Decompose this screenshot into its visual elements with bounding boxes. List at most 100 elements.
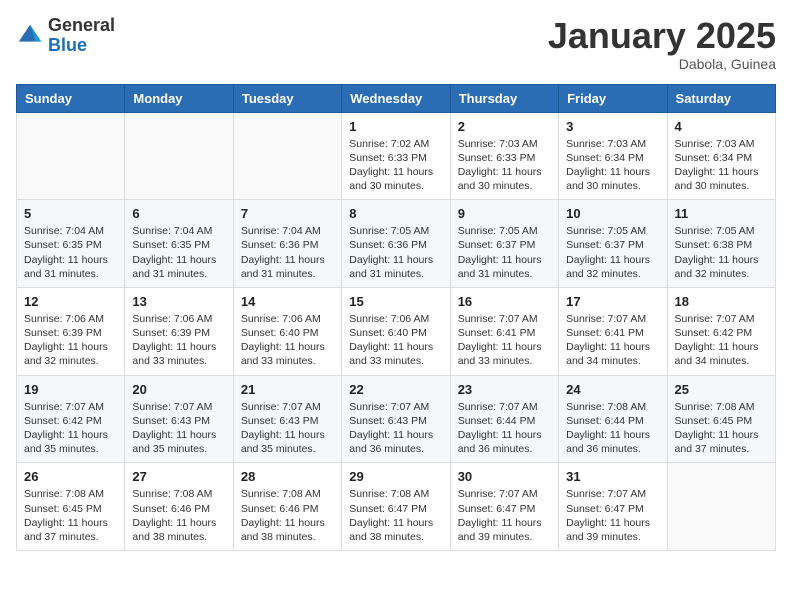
weekday-header: Wednesday (342, 84, 450, 112)
calendar-cell: 7 Sunrise: 7:04 AMSunset: 6:36 PMDaylight… (233, 200, 341, 288)
calendar-week-row: 12 Sunrise: 7:06 AMSunset: 6:39 PMDayligh… (17, 287, 776, 375)
calendar-cell: 12 Sunrise: 7:06 AMSunset: 6:39 PMDayligh… (17, 287, 125, 375)
day-info: Sunrise: 7:05 AMSunset: 6:36 PMDaylight:… (349, 224, 442, 281)
calendar-cell: 10 Sunrise: 7:05 AMSunset: 6:37 PMDayligh… (559, 200, 667, 288)
day-number: 21 (241, 382, 334, 397)
calendar-cell: 17 Sunrise: 7:07 AMSunset: 6:41 PMDayligh… (559, 287, 667, 375)
weekday-header: Friday (559, 84, 667, 112)
calendar-cell: 26 Sunrise: 7:08 AMSunset: 6:45 PMDayligh… (17, 463, 125, 551)
day-number: 6 (132, 206, 225, 221)
location: Dabola, Guinea (548, 56, 776, 72)
weekday-header: Monday (125, 84, 233, 112)
day-number: 28 (241, 469, 334, 484)
calendar-cell: 25 Sunrise: 7:08 AMSunset: 6:45 PMDayligh… (667, 375, 775, 463)
day-number: 12 (24, 294, 117, 309)
weekday-header-row: SundayMondayTuesdayWednesdayThursdayFrid… (17, 84, 776, 112)
day-info: Sunrise: 7:08 AMSunset: 6:45 PMDaylight:… (24, 487, 117, 544)
calendar-cell: 18Sunrise: 7:07 AMSunset: 6:42 PMDayligh… (667, 287, 775, 375)
calendar-week-row: 26 Sunrise: 7:08 AMSunset: 6:45 PMDayligh… (17, 463, 776, 551)
calendar-week-row: 1 Sunrise: 7:02 AMSunset: 6:33 PMDaylight… (17, 112, 776, 200)
day-info: Sunrise: 7:07 AMSunset: 6:43 PMDaylight:… (349, 400, 442, 457)
page-header: General Blue January 2025 Dabola, Guinea (16, 16, 776, 72)
calendar-cell: 15 Sunrise: 7:06 AMSunset: 6:40 PMDayligh… (342, 287, 450, 375)
day-info: Sunrise: 7:08 AMSunset: 6:47 PMDaylight:… (349, 487, 442, 544)
day-number: 2 (458, 119, 551, 134)
day-number: 26 (24, 469, 117, 484)
day-info: Sunrise: 7:06 AMSunset: 6:40 PMDaylight:… (349, 312, 442, 369)
calendar-cell (17, 112, 125, 200)
day-info: Sunrise: 7:07 AMSunset: 6:42 PMDaylight:… (24, 400, 117, 457)
calendar-cell: 19 Sunrise: 7:07 AMSunset: 6:42 PMDayligh… (17, 375, 125, 463)
day-info: Sunrise: 7:08 AMSunset: 6:44 PMDaylight:… (566, 400, 659, 457)
calendar-cell: 22 Sunrise: 7:07 AMSunset: 6:43 PMDayligh… (342, 375, 450, 463)
day-info: Sunrise: 7:05 AMSunset: 6:37 PMDaylight:… (566, 224, 659, 281)
logo-blue: Blue (48, 35, 87, 55)
day-number: 29 (349, 469, 442, 484)
day-number: 5 (24, 206, 117, 221)
day-number: 10 (566, 206, 659, 221)
day-number: 11 (675, 206, 768, 221)
day-info: Sunrise: 7:02 AMSunset: 6:33 PMDaylight:… (349, 137, 442, 194)
calendar-cell: 23 Sunrise: 7:07 AMSunset: 6:44 PMDayligh… (450, 375, 558, 463)
calendar-week-row: 19 Sunrise: 7:07 AMSunset: 6:42 PMDayligh… (17, 375, 776, 463)
calendar-cell: 28Sunrise: 7:08 AMSunset: 6:46 PMDayligh… (233, 463, 341, 551)
calendar-cell: 13Sunrise: 7:06 AMSunset: 6:39 PMDayligh… (125, 287, 233, 375)
day-info: Sunrise: 7:07 AMSunset: 6:43 PMDaylight:… (241, 400, 334, 457)
day-number: 22 (349, 382, 442, 397)
day-number: 16 (458, 294, 551, 309)
day-number: 14 (241, 294, 334, 309)
logo-general: General (48, 15, 115, 35)
day-number: 9 (458, 206, 551, 221)
day-info: Sunrise: 7:07 AMSunset: 6:47 PMDaylight:… (458, 487, 551, 544)
day-number: 30 (458, 469, 551, 484)
day-info: Sunrise: 7:07 AMSunset: 6:41 PMDaylight:… (458, 312, 551, 369)
day-info: Sunrise: 7:08 AMSunset: 6:45 PMDaylight:… (675, 400, 768, 457)
day-info: Sunrise: 7:03 AMSunset: 6:33 PMDaylight:… (458, 137, 551, 194)
day-info: Sunrise: 7:05 AMSunset: 6:37 PMDaylight:… (458, 224, 551, 281)
day-number: 31 (566, 469, 659, 484)
weekday-header: Thursday (450, 84, 558, 112)
day-info: Sunrise: 7:06 AMSunset: 6:39 PMDaylight:… (24, 312, 117, 369)
day-number: 13 (132, 294, 225, 309)
day-info: Sunrise: 7:07 AMSunset: 6:43 PMDaylight:… (132, 400, 225, 457)
calendar-cell: 20 Sunrise: 7:07 AMSunset: 6:43 PMDayligh… (125, 375, 233, 463)
day-number: 7 (241, 206, 334, 221)
day-number: 4 (675, 119, 768, 134)
calendar-cell: 27 Sunrise: 7:08 AMSunset: 6:46 PMDayligh… (125, 463, 233, 551)
day-info: Sunrise: 7:03 AMSunset: 6:34 PMDaylight:… (675, 137, 768, 194)
day-number: 27 (132, 469, 225, 484)
weekday-header: Saturday (667, 84, 775, 112)
day-info: Sunrise: 7:05 AMSunset: 6:38 PMDaylight:… (675, 224, 768, 281)
day-info: Sunrise: 7:06 AMSunset: 6:40 PMDaylight:… (241, 312, 334, 369)
day-info: Sunrise: 7:07 AMSunset: 6:47 PMDaylight:… (566, 487, 659, 544)
day-number: 25 (675, 382, 768, 397)
day-number: 17 (566, 294, 659, 309)
calendar-cell: 4 Sunrise: 7:03 AMSunset: 6:34 PMDaylight… (667, 112, 775, 200)
weekday-header: Sunday (17, 84, 125, 112)
day-number: 19 (24, 382, 117, 397)
weekday-header: Tuesday (233, 84, 341, 112)
calendar-cell: 9 Sunrise: 7:05 AMSunset: 6:37 PMDaylight… (450, 200, 558, 288)
calendar-cell: 6Sunrise: 7:04 AMSunset: 6:35 PMDaylight… (125, 200, 233, 288)
day-number: 24 (566, 382, 659, 397)
calendar-week-row: 5 Sunrise: 7:04 AMSunset: 6:35 PMDaylight… (17, 200, 776, 288)
calendar-cell: 24 Sunrise: 7:08 AMSunset: 6:44 PMDayligh… (559, 375, 667, 463)
day-info: Sunrise: 7:04 AMSunset: 6:35 PMDaylight:… (24, 224, 117, 281)
day-info: Sunrise: 7:08 AMSunset: 6:46 PMDaylight:… (132, 487, 225, 544)
logo-icon (16, 22, 44, 50)
day-number: 1 (349, 119, 442, 134)
month-title: January 2025 (548, 16, 776, 56)
calendar-cell (125, 112, 233, 200)
day-number: 20 (132, 382, 225, 397)
day-number: 18 (675, 294, 768, 309)
day-info: Sunrise: 7:07 AMSunset: 6:44 PMDaylight:… (458, 400, 551, 457)
day-number: 23 (458, 382, 551, 397)
day-number: 3 (566, 119, 659, 134)
calendar-cell (667, 463, 775, 551)
day-info: Sunrise: 7:04 AMSunset: 6:36 PMDaylight:… (241, 224, 334, 281)
title-block: January 2025 Dabola, Guinea (548, 16, 776, 72)
day-info: Sunrise: 7:07 AMSunset: 6:41 PMDaylight:… (566, 312, 659, 369)
calendar-cell: 1 Sunrise: 7:02 AMSunset: 6:33 PMDaylight… (342, 112, 450, 200)
day-number: 15 (349, 294, 442, 309)
calendar-cell: 21 Sunrise: 7:07 AMSunset: 6:43 PMDayligh… (233, 375, 341, 463)
